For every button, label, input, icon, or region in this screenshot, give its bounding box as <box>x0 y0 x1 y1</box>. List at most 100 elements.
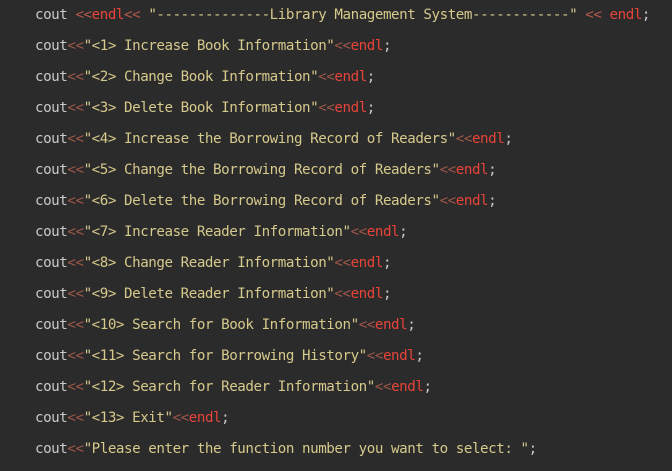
semicolon: ; <box>366 100 376 116</box>
stream-operator: << <box>366 348 384 364</box>
code-line-7[interactable]: cout<<"<6> Delete the Borrowing Record o… <box>35 191 497 211</box>
cout-keyword: cout <box>35 69 68 85</box>
stream-operator: << <box>67 317 84 333</box>
stream-operator: << <box>67 255 84 271</box>
cout-keyword: cout <box>35 193 68 209</box>
semicolon: ; <box>641 7 651 23</box>
string-literal: "<3> Delete Book Information" <box>83 100 319 116</box>
stream-operator: << <box>318 69 335 85</box>
semicolon: ; <box>221 410 230 426</box>
endl-keyword: endl <box>334 100 367 116</box>
semicolon: ; <box>399 224 408 240</box>
stream-operator: << <box>374 379 392 395</box>
code-line-3[interactable]: cout<<"<2> Change Book Information"<<end… <box>35 67 375 87</box>
string-literal: "<11> Search for Borrowing History" <box>83 348 368 364</box>
semicolon: ; <box>382 38 392 54</box>
endl-keyword: endl <box>382 348 416 364</box>
cout-keyword: cout <box>35 7 68 23</box>
stream-operator: << <box>172 410 190 426</box>
endl-keyword: endl <box>391 379 424 395</box>
code-line-2[interactable]: cout<<"<1> Increase Book Information"<<e… <box>35 36 392 56</box>
stream-operator: << <box>334 38 351 54</box>
semicolon: ; <box>504 131 513 147</box>
semicolon: ; <box>488 193 497 209</box>
code-line-6[interactable]: cout<<"<5> Change the Borrowing Record o… <box>35 160 497 180</box>
code-line-8[interactable]: cout<<"<7> Increase Reader Information"<… <box>35 222 408 242</box>
semicolon: ; <box>382 255 392 271</box>
string-literal: "<10> Search for Book Information" <box>83 317 360 333</box>
endl-keyword: endl <box>350 255 384 271</box>
cout-keyword: cout <box>35 162 68 178</box>
string-literal: "<7> Increase Reader Information" <box>83 224 351 240</box>
stream-operator: << <box>334 286 351 302</box>
cout-keyword: cout <box>35 410 68 426</box>
stream-operator: << <box>67 410 84 426</box>
cout-keyword: cout <box>35 348 68 364</box>
code-line-4[interactable]: cout<<"<3> Delete Book Information"<<end… <box>35 98 375 118</box>
stream-operator: << <box>67 162 84 178</box>
endl-keyword: endl <box>188 410 222 426</box>
code-line-9[interactable]: cout<<"<8> Change Reader Information"<<e… <box>35 253 392 273</box>
semicolon: ; <box>488 162 497 178</box>
stream-operator: << <box>67 7 92 23</box>
cout-keyword: cout <box>35 38 68 54</box>
endl-keyword: endl <box>350 38 384 54</box>
cout-keyword: cout <box>35 100 68 116</box>
stream-operator: << <box>350 224 368 240</box>
stream-operator: << <box>67 69 84 85</box>
endl-keyword: endl <box>455 162 489 178</box>
code-line-11[interactable]: cout<<"<10> Search for Book Information"… <box>35 315 416 335</box>
string-literal: "<13> Exit" <box>83 410 173 426</box>
semicolon: ; <box>382 286 392 302</box>
code-line-10[interactable]: cout<<"<9> Delete Reader Information"<<e… <box>35 284 392 304</box>
code-line-13[interactable]: cout<<"<12> Search for Reader Informatio… <box>35 377 432 397</box>
endl-keyword: endl <box>366 224 400 240</box>
stream-operator: << <box>439 193 457 209</box>
string-literal: "<9> Delete Reader Information" <box>83 286 335 302</box>
endl-keyword: endl <box>374 317 408 333</box>
cout-keyword: cout <box>35 286 68 302</box>
string-literal: "<12> Search for Reader Information" <box>83 379 376 395</box>
string-literal: "<1> Increase Book Information" <box>83 38 335 54</box>
endl-keyword: endl <box>334 69 367 85</box>
stream-operator: << <box>67 38 84 54</box>
string-literal: "Please enter the function number you wa… <box>83 441 529 457</box>
string-literal: "--------------Library Management System… <box>148 7 578 23</box>
stream-operator: << <box>67 100 84 116</box>
stream-operator: << <box>67 379 84 395</box>
cout-keyword: cout <box>35 131 68 147</box>
code-editor[interactable]: cout <<endl<< "--------------Library Man… <box>0 0 672 471</box>
code-line-12[interactable]: cout<<"<11> Search for Borrowing History… <box>35 346 424 366</box>
endl-keyword: endl <box>471 131 505 147</box>
semicolon: ; <box>366 69 376 85</box>
semicolon: ; <box>415 348 424 364</box>
stream-operator: << <box>67 441 84 457</box>
semicolon: ; <box>407 317 416 333</box>
code-line-5[interactable]: cout<<"<4> Increase the Borrowing Record… <box>35 129 513 149</box>
code-line-14[interactable]: cout<<"<13> Exit"<<endl; <box>35 408 230 428</box>
cout-keyword: cout <box>35 224 68 240</box>
stream-operator: << <box>334 255 351 271</box>
stream-operator: << <box>455 131 473 147</box>
stream-operator: << <box>577 7 610 23</box>
code-line-15[interactable]: cout<<"Please enter the function number … <box>35 439 537 459</box>
endl-keyword: endl <box>609 7 643 23</box>
stream-operator: << <box>67 131 84 147</box>
stream-operator: << <box>67 193 84 209</box>
code-line-1[interactable]: cout <<endl<< "--------------Library Man… <box>35 5 650 25</box>
endl-keyword: endl <box>91 7 125 23</box>
stream-operator: << <box>67 348 84 364</box>
stream-operator: << <box>67 286 84 302</box>
cout-keyword: cout <box>35 317 68 333</box>
cout-keyword: cout <box>35 255 68 271</box>
stream-operator: << <box>439 162 457 178</box>
cout-keyword: cout <box>35 441 68 457</box>
semicolon: ; <box>528 441 538 457</box>
semicolon: ; <box>423 379 432 395</box>
endl-keyword: endl <box>455 193 489 209</box>
stream-operator: << <box>124 7 149 23</box>
stream-operator: << <box>67 224 84 240</box>
stream-operator: << <box>318 100 335 116</box>
string-literal: "<8> Change Reader Information" <box>83 255 335 271</box>
stream-operator: << <box>358 317 376 333</box>
